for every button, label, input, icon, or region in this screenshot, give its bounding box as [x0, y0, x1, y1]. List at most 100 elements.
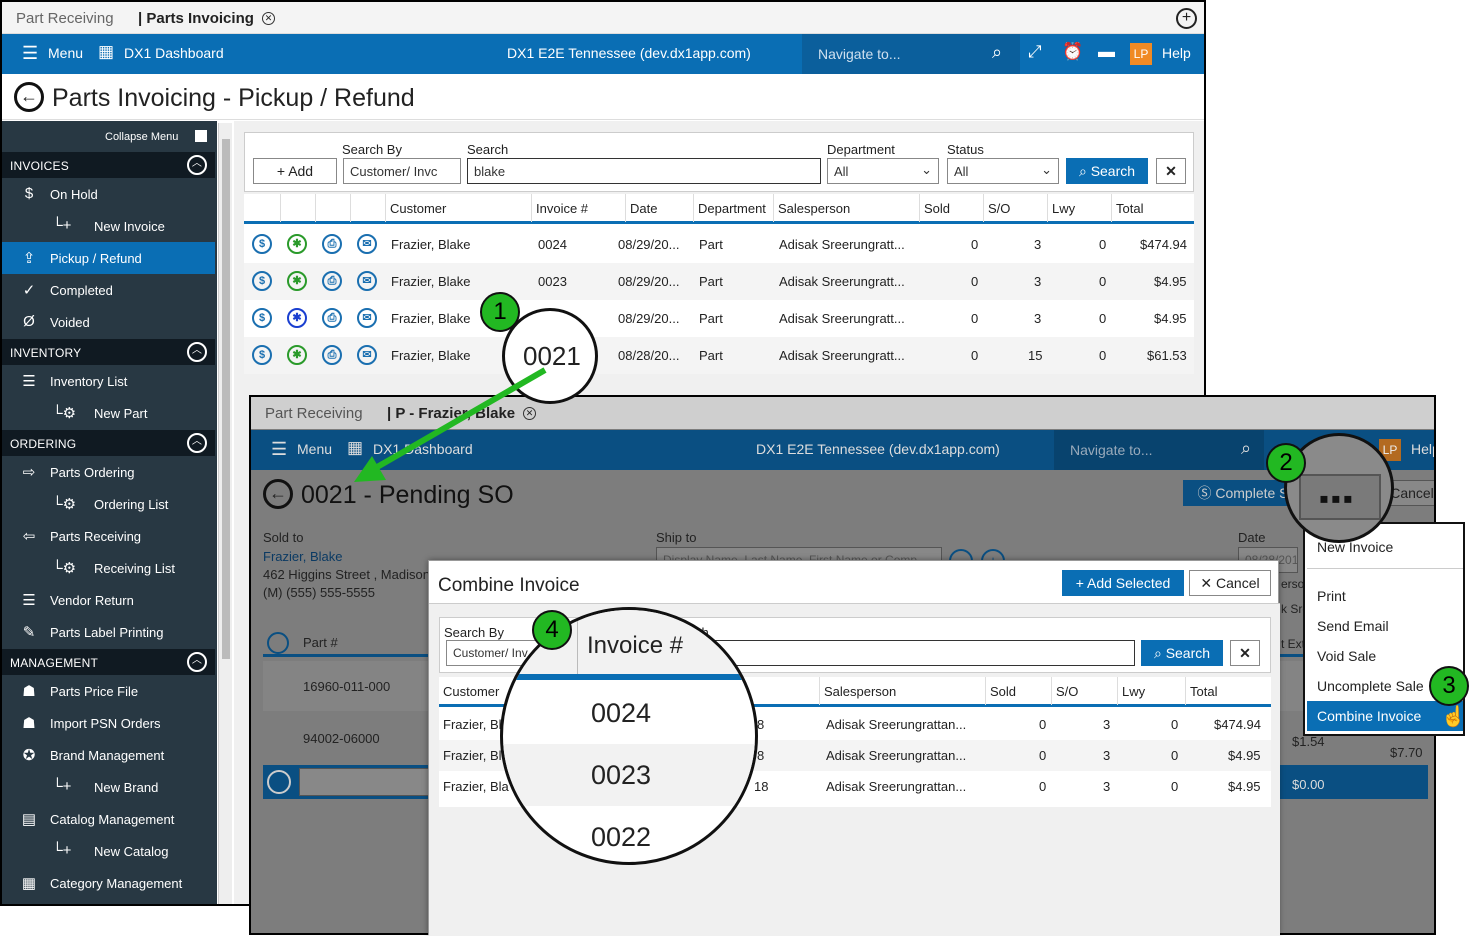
- sidebar-item-pickup-refund[interactable]: ⇪ Pickup / Refund: [2, 242, 215, 274]
- sidebar-item-new-catalog[interactable]: └+ New Catalog: [2, 835, 215, 867]
- sidebar-item-ordering-list[interactable]: └⚙ Ordering List: [2, 488, 215, 520]
- menu-label[interactable]: Menu: [297, 441, 332, 457]
- col-invoice[interactable]: Invoice #: [531, 194, 625, 222]
- table-row[interactable]: $ ✱ ⎙ ✉ Frazier, Blake 0023 08/29/20... Part Ad…: [244, 263, 1194, 300]
- chat-icon[interactable]: ▬: [1098, 42, 1115, 62]
- asterisk-icon[interactable]: ✱: [287, 234, 307, 254]
- department-select[interactable]: All ⌄: [827, 158, 939, 184]
- sidebar-item-new-invoice[interactable]: └+ New Invoice: [2, 210, 215, 242]
- sidebar-item-vendor-return[interactable]: ☰ Vendor Return: [2, 584, 215, 616]
- add-button[interactable]: + Add: [253, 158, 337, 184]
- sidebar-item-on-hold[interactable]: $ On Hold: [2, 178, 215, 210]
- avatar[interactable]: LP: [1130, 43, 1152, 65]
- col-total[interactable]: Total: [1111, 194, 1194, 222]
- chevron-up-icon[interactable]: ︿: [187, 433, 207, 453]
- add-selected-button[interactable]: + Add Selected: [1062, 570, 1184, 596]
- dollar-icon[interactable]: $: [252, 271, 272, 291]
- collapse-menu[interactable]: Collapse Menu: [105, 131, 178, 143]
- dialog-cancel-button[interactable]: ✕ Cancel: [1189, 570, 1271, 596]
- print-icon[interactable]: ⎙: [322, 234, 342, 254]
- table-row[interactable]: $ ✱ ⎙ ✉ Frazier, Blake 0024 08/29/20... Part Ad…: [244, 226, 1194, 263]
- col-sold[interactable]: Sold: [985, 677, 1051, 705]
- section-inventory[interactable]: INVENTORY ︿: [2, 339, 215, 365]
- col-lwy[interactable]: Lwy: [1117, 677, 1185, 705]
- print-icon[interactable]: ⎙: [322, 308, 342, 328]
- col-department[interactable]: Department: [693, 194, 773, 222]
- back-arrow-icon[interactable]: ←: [263, 479, 293, 509]
- col-salesperson[interactable]: Salesperson: [773, 194, 919, 222]
- search-icon[interactable]: [267, 770, 291, 794]
- asterisk-icon[interactable]: ✱: [287, 271, 307, 291]
- section-ordering[interactable]: ORDERING ︿: [2, 430, 215, 456]
- close-tab-icon[interactable]: ✕: [262, 12, 275, 25]
- sidebar-item-parts-receiving[interactable]: ⇦ Parts Receiving: [2, 520, 215, 552]
- fullscreen-icon[interactable]: ⤢: [1028, 42, 1042, 62]
- col-customer[interactable]: Customer: [385, 194, 531, 222]
- dashboard-grid-icon[interactable]: ▦: [98, 42, 114, 62]
- back-arrow-icon[interactable]: ←: [14, 82, 44, 112]
- chevron-up-icon[interactable]: ︿: [187, 342, 207, 362]
- sidebar-item-new-part[interactable]: └⚙ New Part: [2, 397, 215, 429]
- more-button[interactable]: ▪▪▪: [1299, 474, 1381, 520]
- col-lwy[interactable]: Lwy: [1047, 194, 1111, 222]
- sidebar-item-catalog-management[interactable]: ▤ Catalog Management: [2, 803, 215, 835]
- section-invoices[interactable]: INVOICES ︿: [2, 152, 215, 178]
- search-input[interactable]: blake: [467, 158, 821, 184]
- col-part-number[interactable]: Part #: [303, 635, 338, 650]
- asterisk-icon[interactable]: ✱: [287, 345, 307, 365]
- alarm-icon[interactable]: ⏰: [1062, 42, 1083, 62]
- menu-void-sale[interactable]: Void Sale: [1307, 641, 1463, 671]
- tab-part-receiving[interactable]: Part Receiving: [16, 10, 114, 27]
- navigate-input[interactable]: Navigate to...: [1054, 430, 1264, 470]
- dashboard-link[interactable]: DX1 Dashboard: [124, 45, 224, 61]
- table-row[interactable]: $ ✱ ⎙ ✉ Frazier, Blake 08/29/20... Part Adisak…: [244, 300, 1194, 337]
- sidebar-item-parts-price-file[interactable]: ☗ Parts Price File: [2, 675, 215, 707]
- menu-label[interactable]: Menu: [48, 45, 83, 61]
- sidebar-item-category-management[interactable]: ▦ Category Management: [2, 867, 215, 899]
- print-icon[interactable]: ⎙: [322, 271, 342, 291]
- sidebar-item-new-brand[interactable]: └+ New Brand: [2, 771, 215, 803]
- sidebar-item-parts-label-printing[interactable]: ✎ Parts Label Printing: [2, 616, 215, 648]
- clear-button[interactable]: ✕: [1156, 158, 1186, 184]
- col-salesperson[interactable]: Salesperson: [819, 677, 985, 705]
- col-so[interactable]: S/O: [1051, 677, 1117, 705]
- col-so[interactable]: S/O: [983, 194, 1047, 222]
- col-sold[interactable]: Sold: [919, 194, 983, 222]
- dollar-icon[interactable]: $: [252, 234, 272, 254]
- col-total[interactable]: Total: [1185, 677, 1271, 705]
- customer-link[interactable]: Frazier, Blake: [263, 549, 342, 564]
- email-icon[interactable]: ✉: [357, 308, 377, 328]
- sidebar-item-inventory-list[interactable]: ☰ Inventory List: [2, 365, 215, 397]
- add-tab-icon[interactable]: +: [1176, 8, 1197, 29]
- chevron-up-icon[interactable]: ︿: [187, 155, 207, 175]
- search-icon[interactable]: ⌕: [992, 42, 1002, 63]
- sidebar-item-receiving-list[interactable]: └⚙ Receiving List: [2, 552, 215, 584]
- hamburger-icon[interactable]: ☰: [22, 43, 38, 64]
- dialog-clear-button[interactable]: ✕: [1230, 640, 1260, 666]
- search-button[interactable]: ⌕ Search: [1066, 158, 1148, 184]
- dialog-search-button[interactable]: ⌕ Search: [1141, 640, 1223, 666]
- menu-send-email[interactable]: Send Email: [1307, 611, 1463, 641]
- email-icon[interactable]: ✉: [357, 271, 377, 291]
- col-date[interactable]: Date: [625, 194, 693, 222]
- sidebar-item-completed[interactable]: ✓ Completed: [2, 274, 215, 306]
- navigate-input[interactable]: Navigate to...: [802, 34, 1020, 74]
- dollar-icon[interactable]: $: [252, 308, 272, 328]
- tab-parts-invoicing[interactable]: | Parts Invoicing: [138, 10, 254, 27]
- chevron-up-icon[interactable]: ︿: [187, 652, 207, 672]
- help-link[interactable]: Help: [1162, 45, 1191, 61]
- sidebar-item-voided[interactable]: Ø Voided: [2, 306, 215, 338]
- search-icon[interactable]: ⌕: [1241, 438, 1251, 459]
- search-by-select[interactable]: Customer/ Invc: [343, 158, 461, 184]
- sidebar-item-import-psn-orders[interactable]: ☗ Import PSN Orders: [2, 707, 215, 739]
- status-select[interactable]: All ⌄: [947, 158, 1059, 184]
- print-icon[interactable]: ⎙: [322, 345, 342, 365]
- collapse-icon[interactable]: [195, 130, 207, 142]
- email-icon[interactable]: ✉: [357, 234, 377, 254]
- help-link[interactable]: Help: [1411, 441, 1434, 457]
- menu-combine-invoice[interactable]: Combine Invoice: [1307, 701, 1463, 731]
- section-management[interactable]: MANAGEMENT ︿: [2, 649, 215, 675]
- sidebar-item-brand-management[interactable]: ✪ Brand Management: [2, 739, 215, 771]
- menu-print[interactable]: Print: [1307, 581, 1463, 611]
- dollar-icon[interactable]: $: [252, 345, 272, 365]
